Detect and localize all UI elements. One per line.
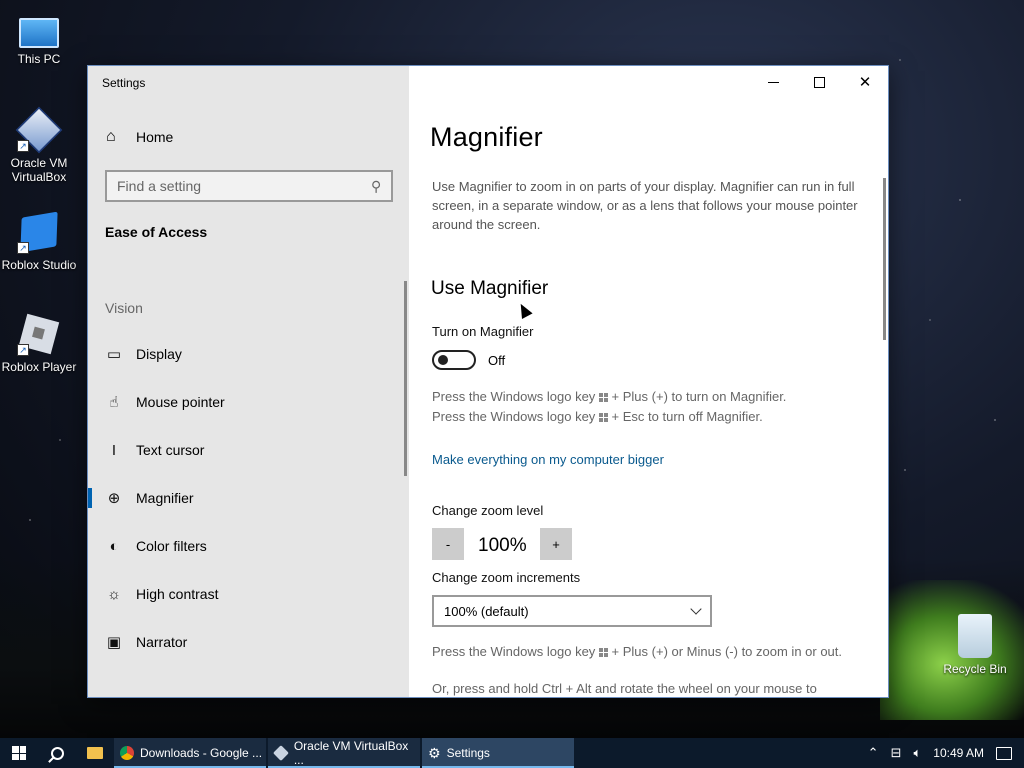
zoom-value: 100%: [478, 535, 527, 556]
windows-key-icon: [598, 393, 608, 402]
wheel-hint: Or, press and hold Ctrl + Alt and rotate…: [432, 681, 817, 696]
desktop-icon-recycle-bin[interactable]: Recycle Bin: [936, 614, 1014, 676]
taskbar-app-label: Settings: [446, 746, 490, 760]
zoom-decrease-button[interactable]: -: [432, 528, 464, 560]
sidebar-item-color-filters[interactable]: ◐ Color filters: [88, 522, 409, 570]
display-icon: ▭: [106, 346, 122, 363]
gear-icon: ⚙: [428, 744, 441, 761]
desktop-icon-label: Roblox Player: [1, 360, 77, 374]
page-description: Use Magnifier to zoom in on parts of you…: [432, 179, 858, 232]
windows-logo-icon: [12, 746, 26, 760]
page-title: Magnifier: [430, 122, 543, 152]
network-icon[interactable]: ⊟: [891, 745, 902, 761]
toggle-state: Off: [488, 353, 506, 368]
content-scrollbar[interactable]: [883, 178, 886, 340]
nav-home-label: Home: [136, 129, 174, 145]
sidebar-item-label: Display: [136, 346, 182, 362]
windows-key-icon: [598, 648, 608, 657]
window-title: Settings: [102, 76, 146, 90]
select-value: 100% (default): [444, 603, 529, 619]
settings-window: Settings ⌂ Home Find a setting ⚲ Ease of…: [87, 65, 889, 698]
chevron-down-icon: [690, 603, 702, 615]
sidebar-item-display[interactable]: ▭ Display: [88, 330, 409, 378]
chevron-up-icon[interactable]: ⌃: [868, 745, 879, 761]
volume-muted-icon[interactable]: 🔈︎: [913, 745, 921, 761]
taskbar-app-label: Oracle VM VirtualBox ...: [293, 739, 409, 767]
taskbar-app-virtualbox[interactable]: Oracle VM VirtualBox ...: [268, 738, 420, 768]
magnifier-icon: ⊕: [107, 490, 121, 507]
high-contrast-icon: ☼: [107, 585, 121, 603]
desktop-icon-this-pc[interactable]: This PC: [0, 10, 78, 66]
search-icon: ⚲: [370, 177, 381, 194]
desktop-icon-label: Oracle VM VirtualBox: [10, 156, 68, 184]
settings-content: Magnifier Use Magnifier to zoom in on pa…: [409, 66, 888, 697]
sidebar-item-high-contrast[interactable]: ☼ High contrast: [88, 570, 409, 618]
nav-list: ▭ Display ☝ Mouse pointer I Text cursor …: [88, 330, 409, 666]
system-tray: ⌃ ⊟ 🔈︎ 10:49 AM: [868, 745, 1024, 761]
zoom-increase-button[interactable]: +: [540, 528, 572, 560]
section-title: Ease of Access: [105, 224, 208, 240]
toggle-label: Turn on Magnifier: [432, 324, 534, 339]
magnifier-toggle[interactable]: [432, 350, 476, 370]
use-magnifier-heading: Use Magnifier: [431, 278, 549, 299]
sidebar-item-label: Color filters: [136, 538, 207, 554]
taskbar-app-label: Downloads - Google ...: [140, 746, 263, 760]
sidebar-item-label: High contrast: [136, 586, 219, 602]
desktop-icon-roblox-player[interactable]: ↗ Roblox Player: [0, 312, 78, 374]
hint-turn-on: Press the Windows logo key + Plus (+) to…: [432, 389, 787, 404]
file-explorer-button[interactable]: [76, 738, 114, 768]
zoom-hint: Press the Windows logo key + Plus (+) or…: [432, 644, 843, 659]
mouse-pointer-icon: ☝: [109, 394, 119, 411]
notifications-icon[interactable]: [996, 746, 1012, 760]
sidebar-item-magnifier[interactable]: ⊕ Magnifier: [88, 474, 409, 522]
sidebar-item-mouse-pointer[interactable]: ☝ Mouse pointer: [88, 378, 409, 426]
sidebar-item-text-cursor[interactable]: I Text cursor: [88, 426, 409, 474]
shortcut-arrow-icon: ↗: [17, 242, 29, 254]
sidebar-item-label: Narrator: [136, 634, 188, 650]
sidebar-item-narrator[interactable]: ▣ Narrator: [88, 618, 409, 666]
recycle-bin-icon: [958, 614, 992, 658]
hint-turn-off: Press the Windows logo key + Esc to turn…: [432, 409, 763, 424]
taskbar: Downloads - Google ... Oracle VM Virtual…: [0, 738, 1024, 768]
search-icon: [50, 746, 64, 760]
shortcut-arrow-icon: ↗: [17, 344, 29, 356]
sidebar-item-label: Text cursor: [136, 442, 205, 458]
chrome-icon: [120, 746, 134, 760]
zoom-level-label: Change zoom level: [432, 503, 544, 518]
group-label: Vision: [105, 300, 143, 316]
windows-key-icon: [598, 413, 608, 422]
color-filters-icon: ◐: [109, 537, 119, 555]
clock[interactable]: 10:49 AM: [933, 746, 984, 760]
text-cursor-icon: I: [111, 441, 117, 459]
computer-icon: [19, 18, 59, 48]
desktop-icon-label: This PC: [17, 52, 61, 66]
desktop-icon-roblox-studio[interactable]: ↗ Roblox Studio: [0, 210, 78, 272]
desktop-icon-label: Recycle Bin: [943, 662, 1007, 676]
settings-sidebar: Settings ⌂ Home Find a setting ⚲ Ease of…: [88, 66, 409, 697]
zoom-increments-select[interactable]: 100% (default): [432, 595, 712, 627]
narrator-icon: ▣: [106, 634, 122, 651]
toggle-knob: [438, 355, 448, 365]
taskbar-app-chrome[interactable]: Downloads - Google ...: [114, 738, 266, 768]
home-icon: ⌂: [106, 128, 116, 145]
desktop-icon-virtualbox[interactable]: ↗ Oracle VM VirtualBox: [0, 106, 78, 184]
start-button[interactable]: [0, 738, 38, 768]
taskbar-search-button[interactable]: [38, 738, 76, 768]
shortcut-arrow-icon: ↗: [17, 140, 29, 152]
folder-icon: [87, 747, 103, 759]
taskbar-app-settings[interactable]: ⚙ Settings: [422, 738, 574, 768]
sidebar-item-label: Magnifier: [136, 490, 194, 506]
search-placeholder: Find a setting: [117, 178, 202, 194]
make-bigger-link[interactable]: Make everything on my computer bigger: [432, 452, 664, 467]
search-input[interactable]: Find a setting ⚲: [105, 170, 393, 202]
sidebar-scrollbar[interactable]: [404, 281, 407, 476]
sidebar-item-label: Mouse pointer: [136, 394, 225, 410]
zoom-increments-label: Change zoom increments: [432, 570, 581, 585]
desktop-icon-label: Roblox Studio: [1, 258, 77, 272]
nav-home[interactable]: ⌂ Home: [106, 128, 173, 146]
virtualbox-icon: [273, 745, 289, 761]
